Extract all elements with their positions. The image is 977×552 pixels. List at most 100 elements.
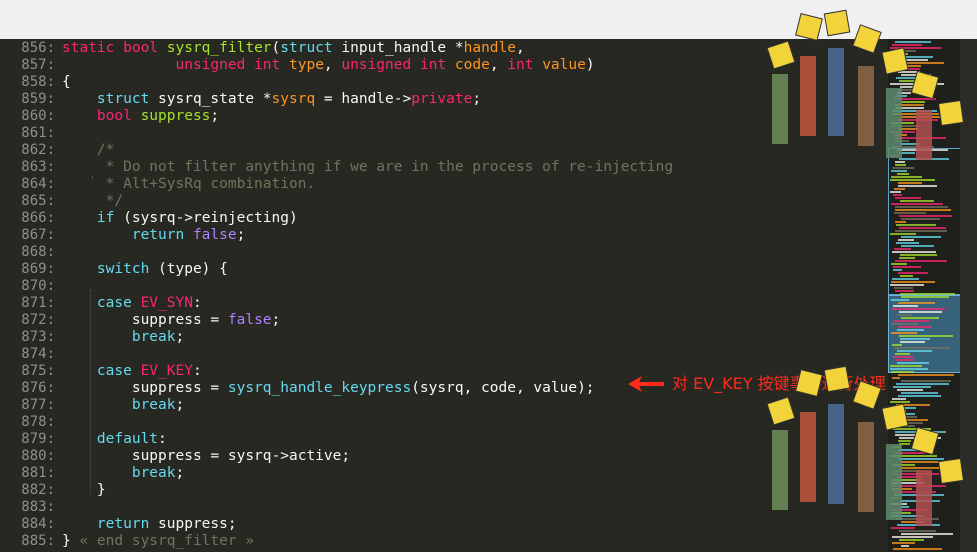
code-line[interactable]: 872: suppress = false;	[0, 312, 888, 329]
code-token: */	[96, 193, 124, 209]
minimap-line	[891, 323, 918, 325]
minimap-line	[901, 245, 934, 247]
code-line[interactable]: 864: * Alt+SysRq combination.	[0, 176, 888, 193]
code-line[interactable]: 883:	[0, 499, 888, 516]
code-token: struct	[280, 40, 342, 56]
line-number: 866:	[21, 210, 55, 226]
line-number: 873:	[21, 329, 55, 345]
code-token: ;	[210, 108, 220, 124]
minimap-line	[898, 239, 914, 241]
minimap-line	[895, 209, 951, 211]
minimap-line	[896, 224, 936, 226]
code-token: ,	[516, 40, 525, 56]
minimap-line	[893, 548, 942, 550]
minimap-line	[898, 272, 928, 274]
code-text: bool suppress;	[62, 108, 219, 125]
code-token: (sysrq, code, value);	[411, 380, 595, 396]
code-token: ;	[271, 312, 281, 328]
code-line[interactable]: 862: /*	[0, 142, 888, 159]
code-token: break	[131, 397, 176, 413]
minimap-line	[890, 191, 901, 193]
code-token: :	[192, 363, 202, 379]
minimap-line	[891, 203, 943, 205]
code-text: suppress = sysrq_handle_keypress(sysrq, …	[62, 380, 595, 397]
code-text: break;	[62, 329, 184, 346]
line-number: 867:	[21, 227, 55, 243]
code-token: }	[62, 533, 80, 549]
code-line[interactable]: 858: {	[0, 74, 888, 91]
code-token: if	[96, 210, 124, 226]
minimap-line	[901, 236, 941, 238]
code-line[interactable]: 865: */	[0, 193, 888, 210]
code-text: unsigned int type, unsigned int code, in…	[62, 57, 595, 74]
code-line[interactable]: 885:} « end sysrq_filter »	[0, 533, 888, 550]
code-line[interactable]: 877: break;	[0, 397, 888, 414]
minimap-line	[897, 173, 909, 175]
code-text: suppress = sysrq->active;	[62, 448, 350, 465]
code-line[interactable]: 857: unsigned int type, unsigned int cod…	[0, 57, 888, 74]
minimap-line	[892, 344, 902, 346]
code-text: */	[62, 193, 123, 210]
code-line[interactable]: 859: struct sysrq_state *sysrq = handle-…	[0, 91, 888, 108]
minimap-line	[901, 545, 909, 547]
code-line[interactable]: 870:	[0, 278, 888, 295]
minimap-line	[891, 263, 907, 265]
code-text: struct sysrq_state *sysrq = handle->priv…	[62, 91, 481, 108]
minimap-line	[892, 542, 915, 544]
code-editor[interactable]: 856: static bool sysrq_filter(struct inpu…	[0, 39, 888, 552]
line-number: 858:	[21, 74, 55, 90]
code-token: int	[254, 57, 289, 73]
minimap-line	[891, 176, 922, 178]
code-token: EV_KEY	[140, 363, 193, 379]
minimap-line	[900, 338, 930, 340]
code-line[interactable]: 884: return suppress;	[0, 516, 888, 533]
minimap-line	[899, 311, 942, 313]
code-line[interactable]: 879: default:	[0, 431, 888, 448]
minimap-line	[900, 275, 913, 277]
minimap-line	[891, 170, 907, 172]
code-token: int	[507, 57, 543, 73]
minimap-line	[891, 308, 945, 310]
code-line[interactable]: 866: if (sysrq->reinjecting)	[0, 210, 888, 227]
code-line[interactable]: 871: case EV_SYN:	[0, 295, 888, 312]
code-token: )	[585, 57, 595, 73]
minimap-line	[893, 266, 921, 268]
minimap-line	[895, 260, 947, 262]
code-token: :	[192, 295, 202, 311]
line-number: 861:	[21, 125, 55, 141]
code-token: /*	[96, 142, 115, 158]
line-number: 870:	[21, 278, 55, 294]
line-number: 860:	[21, 108, 55, 124]
code-line[interactable]: 869: switch (type) {	[0, 261, 888, 278]
line-number: 878:	[21, 414, 55, 430]
code-line[interactable]: 861:	[0, 125, 888, 142]
code-line[interactable]: 868:	[0, 244, 888, 261]
code-line[interactable]: 860: bool suppress;	[0, 108, 888, 125]
code-line[interactable]: 882: }	[0, 482, 888, 499]
code-text: break;	[62, 465, 184, 482]
code-line[interactable]: 880: suppress = sysrq->active;	[0, 448, 888, 465]
code-token: int	[419, 57, 455, 73]
minimap-line	[893, 356, 913, 358]
line-number: 857:	[21, 57, 55, 73]
minimap-line	[894, 188, 905, 190]
code-text: return suppress;	[62, 516, 237, 533]
code-line[interactable]: 863: * Do not filter anything if we are …	[0, 159, 888, 176]
code-line[interactable]: 873: break;	[0, 329, 888, 346]
minimap-line	[898, 182, 922, 184]
code-line[interactable]: 856: static bool sysrq_filter(struct inpu…	[0, 40, 888, 57]
watermark-sticker-bottom	[766, 365, 964, 526]
code-line[interactable]: 881: break;	[0, 465, 888, 482]
code-token: « end sysrq_filter »	[79, 533, 255, 549]
line-number: 872:	[21, 312, 55, 328]
minimap-line	[894, 347, 950, 349]
code-line[interactable]: 874:	[0, 346, 888, 363]
code-line[interactable]: 867: return false;	[0, 227, 888, 244]
code-line[interactable]: 878:	[0, 414, 888, 431]
